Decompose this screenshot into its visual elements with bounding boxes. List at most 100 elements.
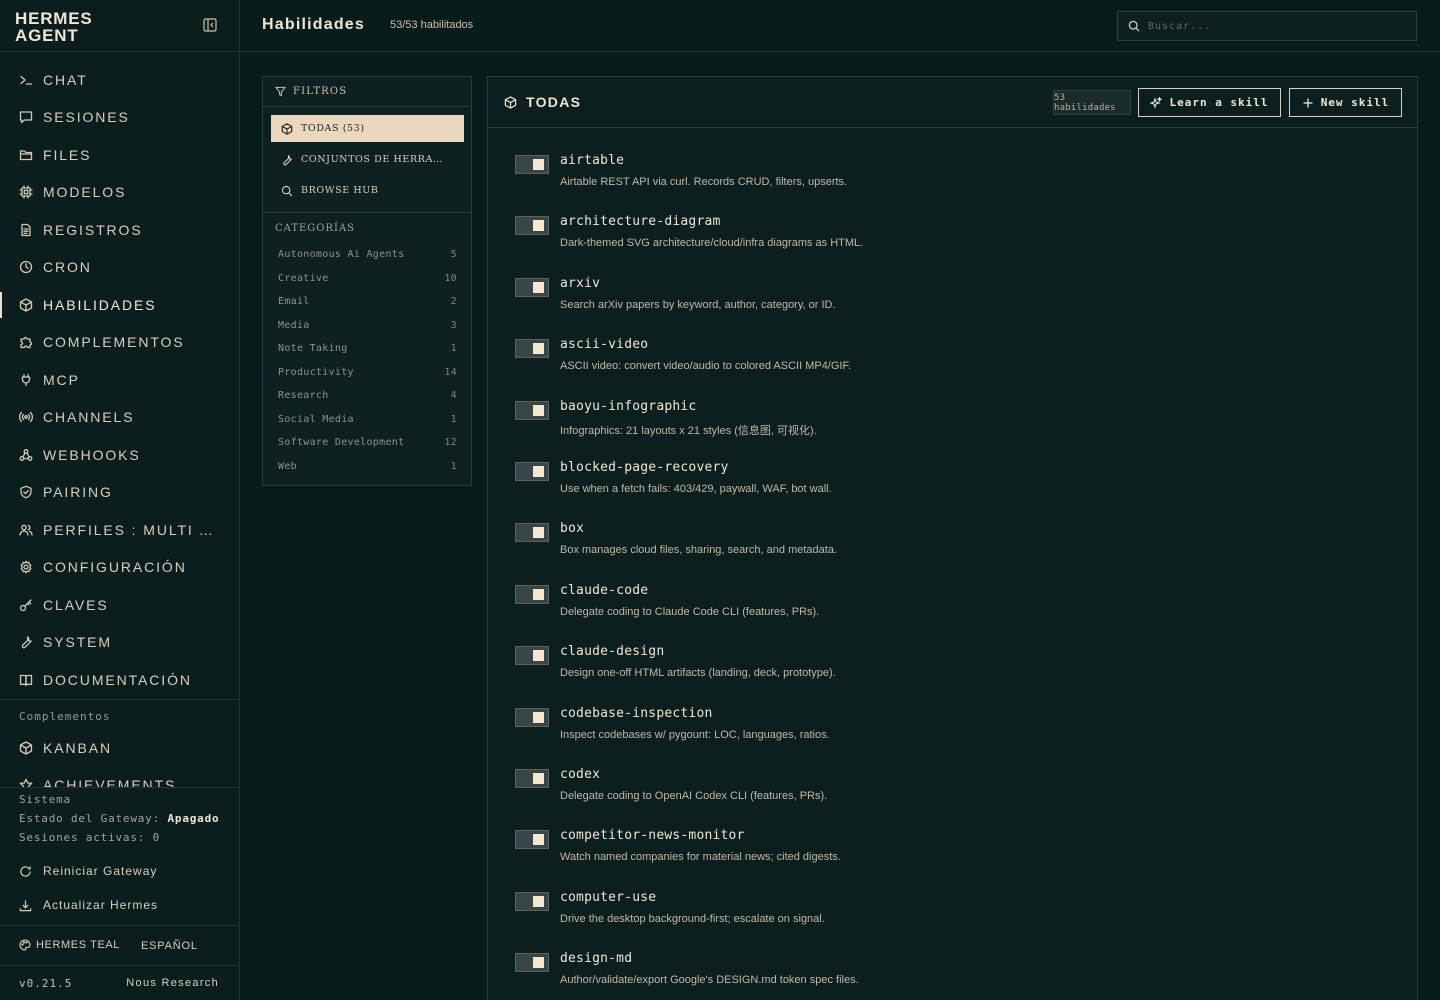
restart-gateway-button[interactable]: Reiniciar Gateway [19,864,157,878]
skill-name[interactable]: arxiv [560,276,600,291]
sidebar-item-webhooks[interactable]: WEBHOOKS [0,436,239,474]
search-icon [1128,20,1140,32]
new-skill-label: New skill [1320,96,1390,109]
skill-name[interactable]: box [560,521,584,536]
skill-name[interactable]: blocked-page-recovery [560,460,729,475]
skill-name[interactable]: architecture-diagram [560,214,721,229]
category-item[interactable]: Social Media 1 [271,408,464,432]
vendor-label[interactable]: Nous Research [126,977,219,989]
skill-toggle[interactable] [515,830,549,850]
filter-option-conjuntos-de-herramientas[interactable]: CONJUNTOS DE HERRAMIENTAS [271,146,464,173]
category-item[interactable]: Autonomous Ai Agents 5 [271,243,464,267]
skill-description: Design one-off HTML artifacts (landing, … [560,667,836,680]
skill-name[interactable]: claude-code [560,583,648,598]
category-count: 1 [450,413,457,425]
skill-name[interactable]: codex [560,767,600,782]
category-item[interactable]: Productivity 14 [271,361,464,385]
skill-name[interactable]: claude-design [560,644,664,659]
sidebar-item-documentacion[interactable]: DOCUMENTACIÓN [0,661,239,699]
sidebar-item-system[interactable]: SYSTEM [0,624,239,662]
search-input[interactable] [1148,20,1408,32]
skill-name[interactable]: computer-use [560,890,656,905]
plugin-item-kanban[interactable]: KANBAN [0,729,239,767]
sidebar-item-label: WEBHOOKS [43,446,141,463]
category-count: 4 [450,390,457,402]
page-title: Habilidades [262,16,366,33]
skill-name[interactable]: baoyu-infographic [560,399,696,414]
skill-description: ASCII video: convert video/audio to colo… [560,360,852,373]
skill-toggle[interactable] [515,953,549,973]
sidebar-item-label: SESIONES [43,109,130,126]
skill-toggle[interactable] [515,584,549,604]
skill-toggle[interactable] [515,768,549,788]
sidebar-item-registros[interactable]: REGISTROS [0,211,239,249]
sidebar-item-complementos[interactable]: COMPLEMENTOS [0,324,239,362]
update-hermes-label: Actualizar Hermes [43,898,159,912]
category-item[interactable]: Note Taking 1 [271,337,464,361]
filters-title: FILTROS [293,86,348,97]
category-item[interactable]: Web 1 [271,455,464,479]
filter-option-browse-hub[interactable]: BROWSE HUB [271,177,464,204]
sidebar-item-cron[interactable]: CRON [0,249,239,287]
category-item[interactable]: Email 2 [271,290,464,314]
category-name: Productivity [278,366,354,378]
language-switcher[interactable]: ESPAÑOL [141,940,198,952]
sidebar-item-chat[interactable]: CHAT [0,61,239,99]
filters-panel: FILTROS TODAS (53) CONJUNTOS DE HERRAMIEN… [262,76,472,486]
category-item[interactable]: Media 3 [271,314,464,338]
theme-switcher[interactable]: HERMES TEAL [19,939,120,951]
sidebar-item-sesiones[interactable]: SESIONES [0,99,239,137]
filters-heading: FILTROS [263,77,471,107]
skill-toggle[interactable] [515,277,549,297]
skill-toggle[interactable] [515,400,549,420]
terminal-icon [19,73,33,87]
search-box[interactable] [1117,11,1417,41]
skill-description: Delegate coding to Claude Code CLI (feat… [560,605,820,618]
sidebar-item-label: SYSTEM [43,634,112,651]
plug-icon [19,373,33,387]
skill-toggle[interactable] [515,523,549,543]
skill-name[interactable]: codebase-inspection [560,706,713,721]
skill-toggle[interactable] [515,216,549,236]
skill-toggle[interactable] [515,339,549,359]
sidebar-item-configuracion[interactable]: CONFIGURACIÓN [0,549,239,587]
sidebar-item-channels[interactable]: CHANNELS [0,399,239,437]
new-skill-button[interactable]: New skill [1289,88,1402,117]
category-name: Creative [278,272,329,284]
skill-name[interactable]: design-md [560,951,632,966]
category-item[interactable]: Research 4 [271,384,464,408]
skill-toggle[interactable] [515,646,549,666]
skill-toggle[interactable] [515,461,549,481]
sidebar-item-claves[interactable]: CLAVES [0,586,239,624]
sidebar-item-modelos[interactable]: MODELOS [0,174,239,212]
skill-toggle[interactable] [515,155,549,174]
filter-option-todas-53[interactable]: TODAS (53) [271,115,464,142]
divider [0,787,239,788]
settings-icon [19,560,33,574]
plugin-item-achievements[interactable]: ACHIEVEMENTS [0,767,239,787]
category-count: 5 [450,249,457,261]
skill-toggle[interactable] [515,707,549,727]
skill-description: Dark-themed SVG architecture/cloud/infra… [560,237,864,250]
sidebar-item-label: CONFIGURACIÓN [43,559,187,576]
category-count: 1 [450,343,457,355]
skill-description: Delegate coding to OpenAI Codex CLI (fea… [560,789,828,802]
sidebar-item-perfiles-multi-agents[interactable]: PERFILES : MULTI AGENTS [0,511,239,549]
update-hermes-button[interactable]: Actualizar Hermes [19,898,158,912]
sidebar-item-files[interactable]: FILES [0,136,239,174]
skill-name[interactable]: competitor-news-monitor [560,828,745,843]
star-icon [19,778,33,787]
skill-name[interactable]: airtable [560,153,624,168]
sidebar-item-habilidades[interactable]: HABILIDADES [0,286,239,324]
skill-name[interactable]: ascii-video [560,337,648,352]
enabled-count: 53/53 habilitados [390,19,474,31]
sidebar-item-mcp[interactable]: MCP [0,361,239,399]
collapse-sidebar-icon[interactable] [203,18,217,32]
brand-logo[interactable]: HERMES AGENT [15,10,93,44]
skill-list: airtable Airtable REST API via curl. Reco… [488,149,1417,1000]
learn-skill-button[interactable]: Learn a skill [1138,88,1281,117]
skill-toggle[interactable] [515,891,549,911]
category-item[interactable]: Software Development 12 [271,431,464,455]
category-item[interactable]: Creative 10 [271,267,464,291]
sidebar-item-pairing[interactable]: PAIRING [0,474,239,512]
